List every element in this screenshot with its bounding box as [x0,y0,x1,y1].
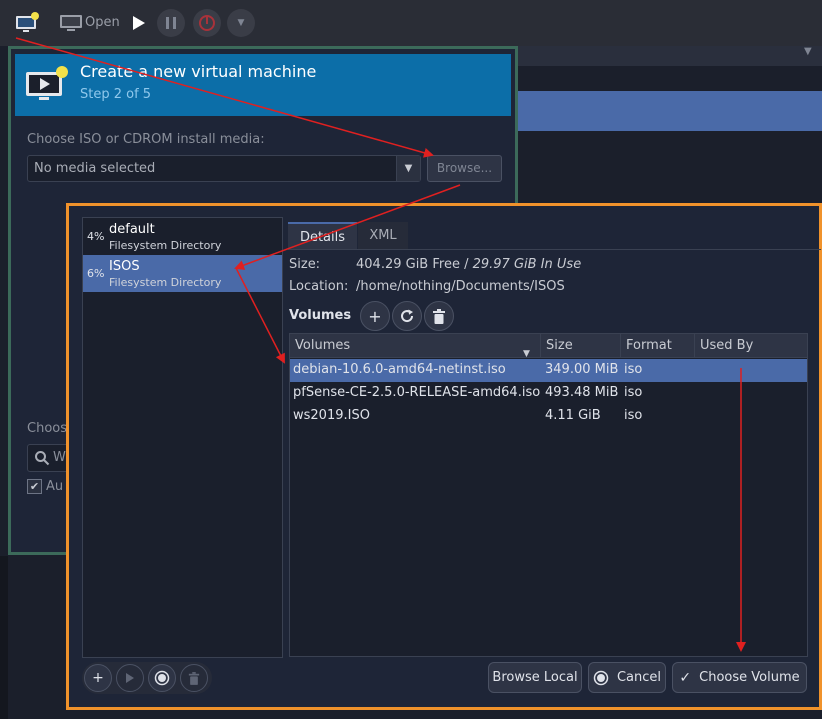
volume-name: ws2019.ISO [293,408,370,423]
refresh-volumes-button[interactable] [392,301,422,331]
storage-browser-dialog: 4% default Filesystem Directory 6% ISOS … [66,203,822,710]
volume-format: iso [624,385,643,400]
add-pool-button[interactable]: + [84,664,112,692]
volume-size: 349.00 MiB [545,362,619,377]
volume-table-header: Volumes ▼ Size Format Used By [290,334,807,359]
pause-button[interactable] [157,9,185,37]
play-icon [126,673,134,683]
column-header-used-by[interactable]: Used By [695,334,807,358]
browse-local-button[interactable]: Browse Local [488,662,582,693]
stop-pool-button[interactable] [148,664,176,692]
wizard-step: Step 2 of 5 [80,87,152,102]
volumes-title: Volumes [289,308,352,323]
os-search-text: W [53,450,66,465]
main-toolbar: Open ▼ [0,0,822,46]
new-vm-icon [16,12,39,32]
run-button[interactable] [130,14,148,32]
chevron-down-icon: ▼ [237,18,245,28]
size-used: 29.97 GiB In Use [472,257,582,272]
checkmark-icon: ✔ [27,479,42,494]
table-row[interactable]: pfSense-CE-2.5.0-RELEASE-amd64.iso 493.4… [290,382,807,405]
pool-item-isos[interactable]: 6% ISOS Filesystem Directory [83,255,282,292]
column-header-size[interactable]: Size [541,334,621,358]
media-combo[interactable]: No media selected ▼ [27,155,421,182]
storage-pool-list: 4% default Filesystem Directory 6% ISOS … [82,217,283,658]
wizard-title: Create a new virtual machine [80,62,317,81]
pause-icon [166,17,176,29]
iso-media-label: Choose ISO or CDROM install media: [27,132,265,147]
volume-format: iso [624,362,643,377]
pool-usage: 4% [87,230,105,243]
choose-os-label: Choos [27,421,67,436]
pool-usage: 6% [87,267,105,280]
size-label: Size: [289,257,321,272]
shutdown-button[interactable] [193,9,221,37]
power-icon [199,15,215,31]
cancel-label: Cancel [616,670,662,685]
pool-type: Filesystem Directory [109,239,222,252]
main-window-edge [0,556,8,719]
volume-format: iso [624,408,643,423]
trash-icon [188,671,200,685]
main-window-selected-row [512,91,822,131]
tab-divider [288,249,821,250]
volume-size: 493.48 MiB [545,385,619,400]
volume-name: debian-10.6.0-amd64-netinst.iso [293,362,506,377]
detail-tabs: Details XML [288,222,821,249]
trash-icon [433,308,445,324]
auto-detect-checkbox[interactable]: ✔ Au [27,479,63,494]
table-row[interactable]: ws2019.ISO 4.11 GiB iso [290,405,807,428]
new-vm-button[interactable] [14,10,40,36]
stop-circle-icon [154,670,170,686]
open-vm-button[interactable] [58,11,84,35]
table-row[interactable]: debian-10.6.0-amd64-netinst.iso 349.00 M… [290,359,807,382]
size-free: 404.29 GiB Free [356,257,460,272]
location-value: /home/nothing/Documents/ISOS [356,279,565,294]
new-vm-icon [26,66,68,100]
play-icon [133,16,145,30]
tab-details[interactable]: Details [288,222,357,249]
location-label: Location: [289,279,349,294]
search-icon [35,451,50,466]
refresh-icon [401,309,414,323]
volume-size: 4.11 GiB [545,408,601,423]
start-pool-button[interactable] [116,664,144,692]
open-label[interactable]: Open [85,15,120,30]
size-value: 404.29 GiB Free / 29.97 GiB In Use [356,257,581,272]
plus-icon: + [92,670,104,686]
choose-volume-button[interactable]: ✓ Choose Volume [672,662,807,693]
column-header-volumes[interactable]: Volumes ▼ [290,334,541,359]
choose-volume-label: Choose Volume [699,670,800,685]
column-label: Volumes [295,338,351,353]
checkmark-icon: ✓ [679,669,692,686]
browse-button[interactable]: Browse... [427,155,502,182]
plus-icon: + [368,306,382,326]
chevron-down-icon: ▼ [804,46,812,57]
add-volume-button[interactable]: + [360,301,390,331]
auto-detect-label: Au [46,479,64,494]
chevron-down-icon: ▼ [404,163,413,174]
cancel-icon [593,670,609,685]
volume-table: Volumes ▼ Size Format Used By debian-10.6… [289,333,808,657]
pool-item-default[interactable]: 4% default Filesystem Directory [83,218,282,255]
pool-type: Filesystem Directory [109,276,222,289]
shutdown-menu-button[interactable]: ▼ [227,9,255,37]
size-separator: / [459,257,473,272]
column-header-format[interactable]: Format [621,334,695,358]
media-combo-dropdown[interactable]: ▼ [396,156,420,181]
media-combo-value: No media selected [34,161,156,176]
pool-name: ISOS [109,259,140,274]
delete-volume-button[interactable] [424,301,454,331]
cancel-button[interactable]: Cancel [588,662,666,693]
volume-name: pfSense-CE-2.5.0-RELEASE-amd64.iso [293,385,541,400]
monitor-icon [60,15,82,31]
main-window-header-strip [512,46,822,66]
wizard-header: Create a new virtual machine Step 2 of 5 [15,54,511,116]
delete-pool-button[interactable] [180,664,208,692]
tab-xml[interactable]: XML [358,222,408,249]
pool-name: default [109,222,155,237]
